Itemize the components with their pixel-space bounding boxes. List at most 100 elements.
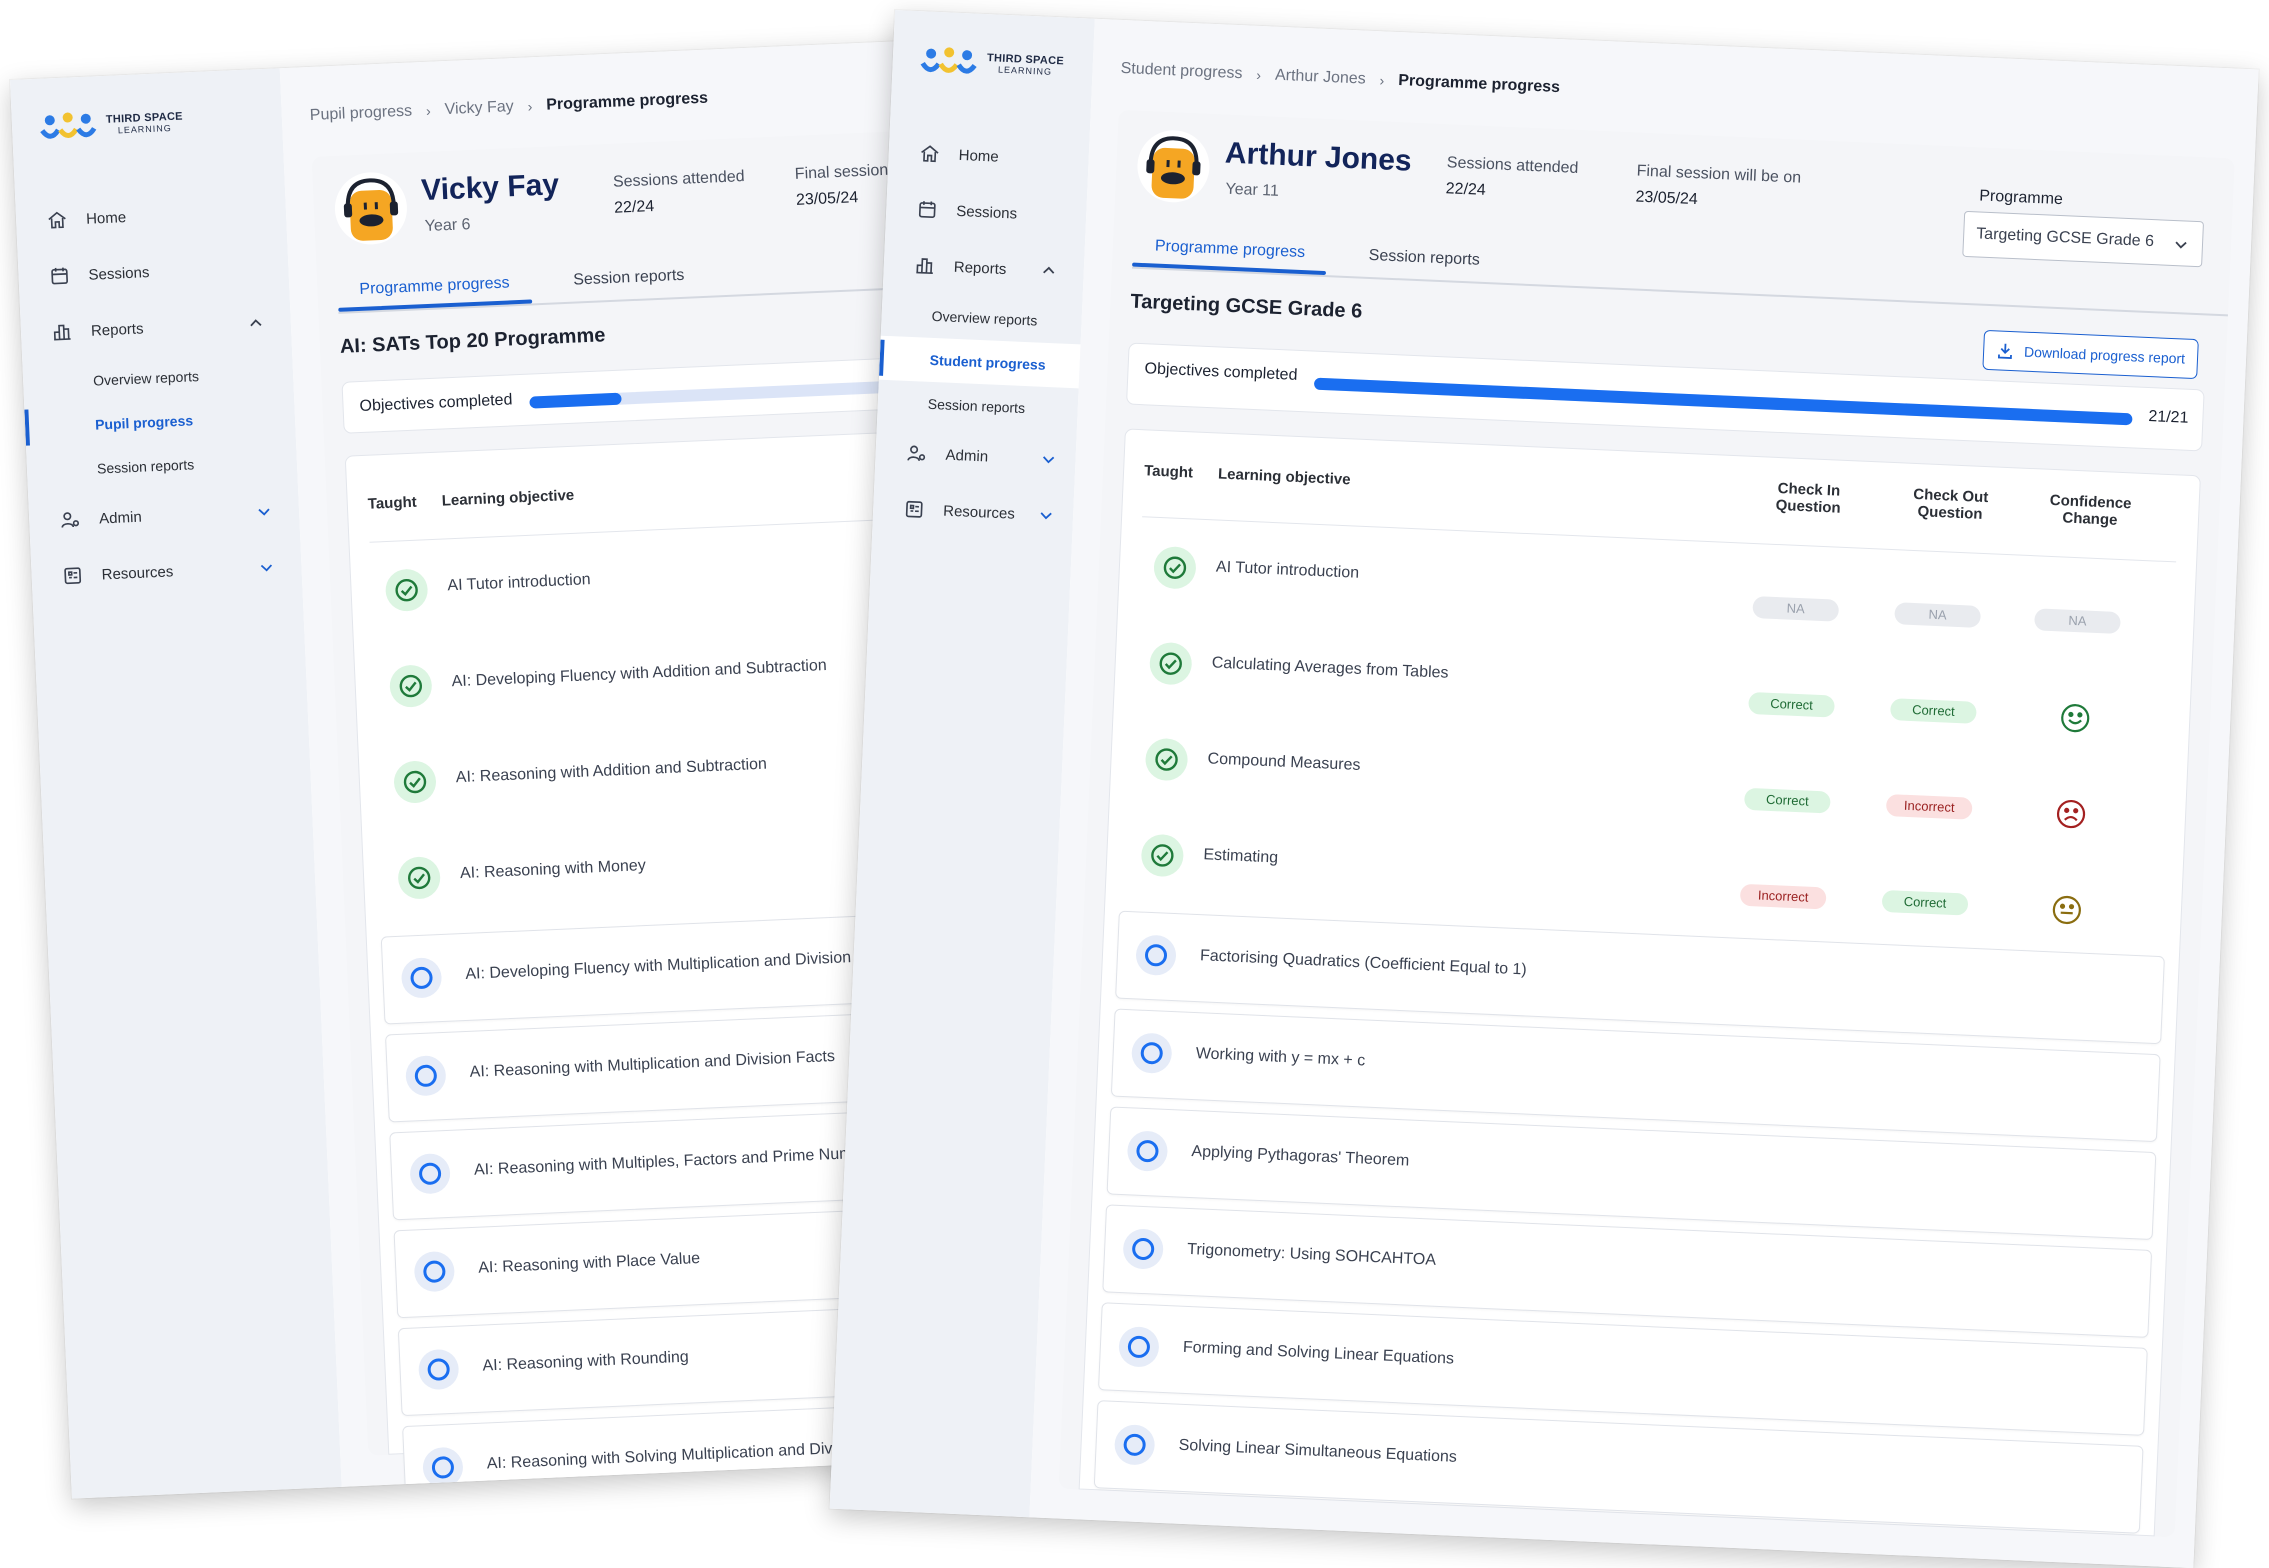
- learning-objective: AI: Reasoning with Multiples, Factors an…: [473, 1143, 884, 1179]
- chevron-down-icon[interactable]: [1039, 508, 1054, 523]
- taught-check-icon: [1140, 833, 1185, 878]
- learning-objective: Calculating Averages from Tables: [1211, 654, 1449, 682]
- col-taught: Taught: [367, 493, 418, 513]
- stat-label: Sessions attended: [612, 168, 745, 191]
- progress-bar-fill: [529, 392, 622, 409]
- check-out-status-badge: NA: [1894, 602, 1982, 628]
- taught-check-icon: [393, 760, 437, 804]
- breadcrumb-chevron-icon: ›: [1379, 72, 1385, 89]
- taught-check-icon: [1153, 545, 1197, 590]
- chevron-down-icon[interactable]: [257, 504, 272, 519]
- learning-objective: Trigonometry: Using SOHCAHTOA: [1186, 1240, 1437, 1269]
- learning-objective: Applying Pythagoras' Theorem: [1191, 1143, 1410, 1170]
- col-confidence: Confidence Change: [2049, 491, 2132, 529]
- calendar-icon: [918, 201, 936, 218]
- learning-objective: Forming and Solving Linear Equations: [1182, 1338, 1455, 1368]
- not-taught-circle-icon: [1113, 1423, 1156, 1466]
- neutral-face-icon: [2050, 893, 2083, 926]
- learning-objective: Compound Measures: [1207, 750, 1361, 775]
- chevron-down-icon[interactable]: [259, 560, 274, 575]
- nav-home-label: Home: [85, 208, 127, 228]
- check-out-status-badge: Incorrect: [1885, 794, 1973, 820]
- taught-check-icon: [384, 568, 429, 613]
- tab-programme-progress[interactable]: Programme progress: [359, 274, 510, 299]
- avatar: [334, 172, 407, 245]
- learning-objective: Estimating: [1203, 846, 1279, 867]
- col-taught: Taught: [1143, 462, 1194, 482]
- objectives-table: Taught Learning objective Check In Quest…: [1078, 428, 2201, 1537]
- table-body: AI Tutor introduction NA NA NA Calculating A…: [1080, 516, 2196, 1534]
- logo-mark-icon: [40, 112, 97, 139]
- nav-admin[interactable]: Admin: [874, 424, 1076, 489]
- not-taught-circle-icon: [1135, 934, 1177, 977]
- learning-objective: AI Tutor introduction: [1215, 558, 1360, 582]
- student-year: Year 6: [424, 216, 471, 236]
- chevron-down-icon: [2175, 241, 2187, 249]
- breadcrumb-chevron-icon: ›: [527, 98, 533, 115]
- col-learning-objective: Learning objective: [441, 486, 575, 510]
- programme-select-value: Targeting GCSE Grade 6: [1975, 225, 2155, 251]
- taught-check-icon: [397, 856, 442, 900]
- chevron-up-icon[interactable]: [1041, 264, 1056, 279]
- nav-reports[interactable]: Reports: [883, 236, 1085, 301]
- confidence-status-badge: NA: [2034, 608, 2121, 635]
- chevron-down-icon[interactable]: [1041, 452, 1056, 467]
- home-icon: [48, 211, 66, 229]
- nav-resources[interactable]: Resources: [31, 538, 303, 606]
- learning-objective: AI Tutor introduction: [447, 571, 591, 595]
- stat-final-session: Final session will be on 23/05/24: [1635, 163, 1801, 214]
- col-check-in: Check In Question: [1775, 479, 1842, 517]
- breadcrumb-item[interactable]: Student progress: [1120, 60, 1242, 83]
- download-label: Download progress report: [2023, 343, 2186, 367]
- calendar-icon: [51, 267, 68, 285]
- student-name: Arthur Jones: [1224, 136, 1413, 178]
- not-taught-circle-icon: [1130, 1032, 1173, 1075]
- avatar: [1137, 130, 1210, 203]
- learning-objective: Working with y = mx + c: [1195, 1045, 1366, 1070]
- download-progress-report-button[interactable]: Download progress report: [1982, 329, 2199, 380]
- logo[interactable]: THIRD SPACE LEARNING: [10, 68, 283, 150]
- breadcrumb-item[interactable]: Arthur Jones: [1275, 67, 1366, 89]
- user-settings-icon: [61, 512, 80, 528]
- nav-reports-label: Reports: [90, 319, 144, 340]
- nav-sessions-label: Sessions: [955, 202, 1018, 223]
- download-icon: [1997, 343, 2012, 359]
- check-in-status-badge: Correct: [1743, 787, 1831, 814]
- not-taught-circle-icon: [422, 1446, 464, 1489]
- nav-admin-label: Admin: [98, 508, 143, 528]
- programme-select[interactable]: Targeting GCSE Grade 6: [1962, 210, 2205, 268]
- nav-reports-label: Reports: [953, 258, 1007, 278]
- learning-objective: AI: Reasoning with Addition and Subtract…: [455, 755, 768, 787]
- not-taught-circle-icon: [400, 957, 443, 999]
- nav-resources-label: Resources: [101, 562, 174, 583]
- tab-programme-progress[interactable]: Programme progress: [1155, 238, 1306, 263]
- check-out-status-badge: Correct: [1889, 698, 1977, 724]
- logo[interactable]: THIRD SPACE LEARNING: [892, 10, 1095, 89]
- logo-mark-icon: [920, 47, 977, 74]
- learning-objective: AI: Reasoning with Solving Multiplicatio…: [486, 1439, 866, 1473]
- breadcrumb-chevron-icon: ›: [425, 102, 432, 119]
- breadcrumb-current: Programme progress: [545, 89, 709, 114]
- home-icon: [921, 145, 939, 163]
- resources-icon: [64, 567, 82, 585]
- happy-face-icon: [2059, 701, 2092, 734]
- bar-chart-icon: [53, 324, 71, 341]
- breadcrumb-item[interactable]: Pupil progress: [309, 103, 412, 125]
- tab-session-reports[interactable]: Session reports: [1368, 247, 1480, 270]
- progress-bar: [1313, 377, 2133, 426]
- learning-objective: AI: Reasoning with Rounding: [482, 1348, 690, 1375]
- col-check-out: Check Out Question: [1912, 485, 1989, 523]
- objectives-label: Objectives completed: [1144, 360, 1298, 384]
- nav-admin-label: Admin: [945, 446, 989, 465]
- breadcrumb-item[interactable]: Vicky Fay: [444, 98, 514, 119]
- chevron-up-icon[interactable]: [249, 316, 264, 331]
- tab-session-reports[interactable]: Session reports: [573, 267, 685, 290]
- nav-resources[interactable]: Resources: [872, 480, 1074, 545]
- stat-label: Sessions attended: [1446, 154, 1579, 177]
- learning-objective: AI: Reasoning with Place Value: [477, 1250, 701, 1277]
- check-out-status-badge: Correct: [1881, 889, 1969, 916]
- check-in-status-badge: Incorrect: [1739, 883, 1827, 910]
- nav-sessions[interactable]: Sessions: [885, 180, 1087, 245]
- nav-home[interactable]: Home: [888, 124, 1090, 189]
- nav-resources-label: Resources: [942, 502, 1016, 523]
